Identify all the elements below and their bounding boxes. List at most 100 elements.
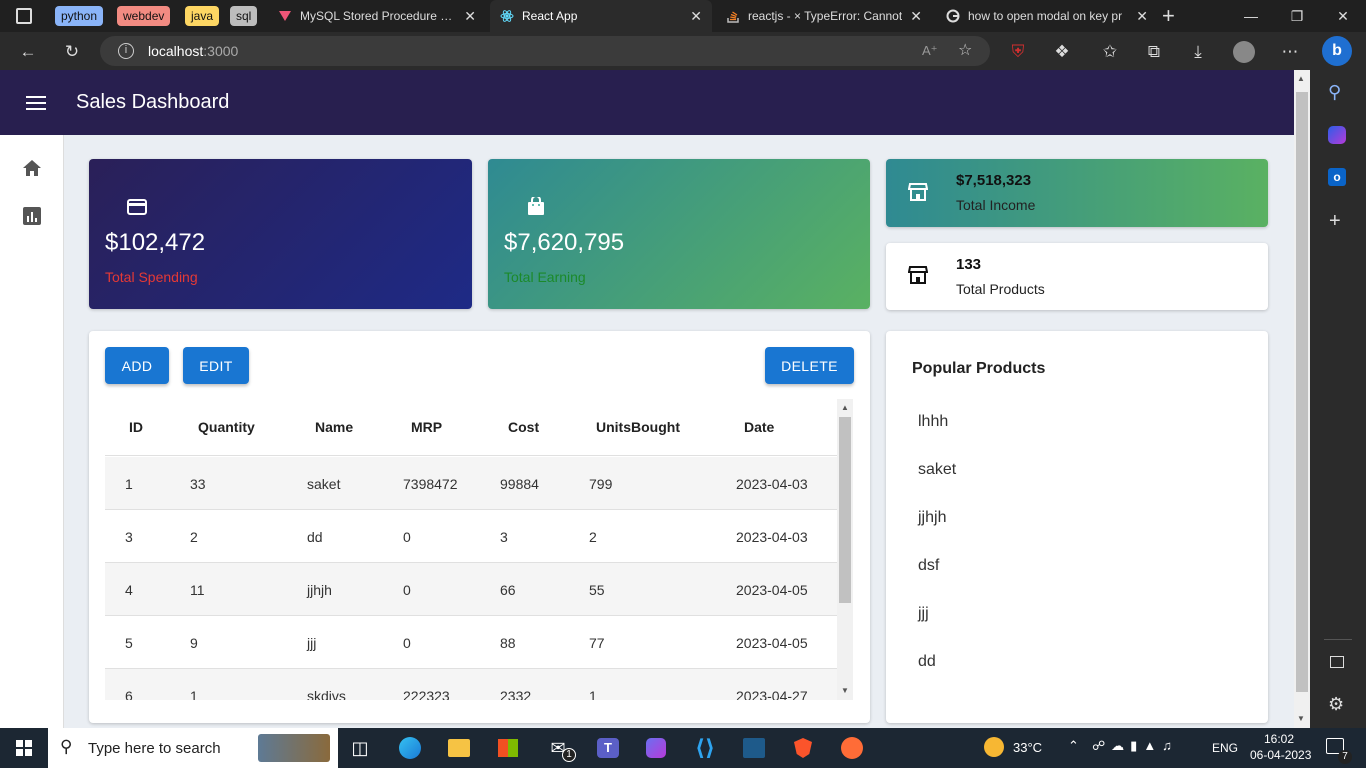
close-icon[interactable]: ✕	[910, 8, 922, 25]
more-menu-icon[interactable]: ⋯	[1276, 38, 1304, 66]
edit-button[interactable]: EDIT	[183, 347, 249, 384]
cell-quantity: 2	[190, 529, 198, 545]
minimize-button[interactable]: —	[1228, 0, 1274, 32]
column-header-quantity[interactable]: Quantity	[198, 419, 255, 435]
clock-time[interactable]: 16:02	[1264, 732, 1294, 746]
home-icon[interactable]	[22, 159, 42, 177]
tab-group-python[interactable]: python	[55, 6, 104, 26]
close-icon[interactable]: ✕	[464, 8, 476, 25]
popular-product-item[interactable]: dsf	[918, 557, 939, 575]
tab-group-sql[interactable]: sql	[230, 6, 258, 26]
spending-label: Total Spending	[105, 269, 198, 285]
close-icon[interactable]: ✕	[690, 8, 702, 25]
cell-cost: 2332	[500, 688, 532, 700]
popular-product-item[interactable]: jjj	[918, 605, 929, 623]
vscode-icon[interactable]: ⟨⟩	[687, 732, 723, 764]
refresh-icon[interactable]: ↻	[58, 38, 86, 66]
search-icon[interactable]: ⚲	[1328, 82, 1341, 103]
postman-icon[interactable]	[834, 732, 870, 764]
copilot-app-icon[interactable]	[638, 732, 674, 764]
downloads-icon[interactable]: ⤓	[1184, 38, 1212, 66]
settings-icon[interactable]: ⚙	[1328, 694, 1344, 715]
clock-date[interactable]: 06-04-2023	[1250, 748, 1311, 762]
mail-icon[interactable]: ✉ 1	[540, 732, 576, 764]
info-icon[interactable]: i	[118, 43, 134, 59]
bing-icon[interactable]: b	[1322, 36, 1352, 66]
cell-date: 2023-04-03	[736, 476, 808, 492]
url-field[interactable]: i localhost:3000 A⁺ ☆	[100, 36, 990, 66]
google-icon	[946, 9, 960, 23]
outlook-icon[interactable]: o	[1328, 168, 1346, 186]
file-explorer-icon[interactable]	[441, 732, 477, 764]
bar-chart-icon[interactable]	[23, 207, 41, 225]
column-header-unitsbought[interactable]: UnitsBought	[596, 419, 680, 435]
search-highlight-image	[258, 734, 330, 762]
column-header-name[interactable]: Name	[315, 419, 353, 435]
tab-stackoverflow[interactable]: reactjs - × TypeError: Cannot ✕	[716, 0, 932, 32]
favorites-icon[interactable]: ✩	[1096, 38, 1124, 66]
page-scrollbar[interactable]: ▲ ▼	[1294, 70, 1310, 728]
column-header-cost[interactable]: Cost	[508, 419, 539, 435]
window-close-button[interactable]: ✕	[1320, 0, 1366, 32]
mcafee-icon[interactable]: ⛨	[1004, 38, 1032, 66]
tab-group-java[interactable]: java	[185, 6, 220, 26]
popular-product-item[interactable]: lhhh	[918, 413, 948, 431]
edge-sidebar: ⚲ o + ⚙	[1310, 70, 1366, 728]
mysql-workbench-icon[interactable]	[736, 732, 772, 764]
tab-react-app[interactable]: React App ✕	[490, 0, 712, 32]
table-row[interactable]: 3 2 dd 0 3 2 2023-04-03	[105, 510, 837, 563]
cell-quantity: 33	[190, 476, 206, 492]
add-button[interactable]: ADD	[105, 347, 169, 384]
cell-unitsbought: 2	[589, 529, 597, 545]
cell-name: skdivs	[307, 688, 346, 700]
store-app-icon[interactable]	[490, 732, 526, 764]
tab-group-webdev[interactable]: webdev	[117, 6, 171, 26]
read-aloud-icon[interactable]: A⁺	[922, 36, 938, 66]
table-row[interactable]: 1 33 saket 7398472 99884 799 2023-04-03	[105, 457, 837, 510]
column-header-date[interactable]: Date	[744, 419, 774, 435]
language-indicator[interactable]: ENG	[1212, 741, 1238, 755]
copilot-icon[interactable]	[1328, 126, 1346, 144]
total-earning-card: $7,620,795 Total Earning	[488, 159, 870, 309]
table-header: ID Quantity Name MRP Cost UnitsBought Da…	[105, 399, 837, 456]
windows-start-icon[interactable]	[16, 740, 32, 756]
sidebar-layout-icon[interactable]	[1330, 656, 1344, 668]
tab-google[interactable]: how to open modal on key pr ✕	[936, 0, 1158, 32]
delete-button[interactable]: DELETE	[765, 347, 854, 384]
weather-temp[interactable]: 33°C	[1013, 740, 1042, 755]
edge-app-icon[interactable]	[392, 732, 428, 764]
table-row[interactable]: 6 1 skdivs 222323 2332 1 2023-04-27	[105, 669, 837, 700]
tab-mysql[interactable]: MySQL Stored Procedure Para ✕	[268, 0, 486, 32]
close-icon[interactable]: ✕	[1136, 8, 1148, 25]
column-header-mrp[interactable]: MRP	[411, 419, 442, 435]
products-value: 133	[956, 256, 982, 273]
task-view-icon[interactable]: ◫	[342, 732, 378, 764]
extensions-icon[interactable]: ❖	[1048, 38, 1076, 66]
weather-icon[interactable]	[984, 737, 1004, 757]
table-row[interactable]: 4 11 jjhjh 0 66 55 2023-04-05	[105, 563, 837, 616]
table-scrollbar[interactable]: ▲ ▼	[837, 399, 853, 700]
back-icon[interactable]: ←	[14, 38, 42, 66]
spending-value: $102,472	[105, 229, 206, 256]
new-tab-button[interactable]: +	[1162, 3, 1175, 29]
brave-icon[interactable]	[785, 732, 821, 764]
tray-icons[interactable]: ☍☁▮▲♫	[1092, 738, 1178, 754]
popular-product-item[interactable]: dd	[918, 653, 936, 671]
popular-product-item[interactable]: saket	[918, 461, 956, 479]
avatar[interactable]	[1233, 41, 1255, 63]
taskbar-search[interactable]: ⚲ Type here to search	[48, 728, 338, 768]
react-icon	[500, 10, 514, 22]
column-header-id[interactable]: ID	[129, 419, 143, 435]
popular-product-item[interactable]: jjhjh	[918, 509, 946, 527]
tab-actions-icon[interactable]	[16, 8, 32, 24]
table-row[interactable]: 5 9 jjj 0 88 77 2023-04-05	[105, 616, 837, 669]
add-favorite-icon[interactable]: ☆	[958, 36, 972, 66]
cell-cost: 88	[500, 635, 516, 651]
teams-icon[interactable]: T	[590, 732, 626, 764]
add-icon[interactable]: +	[1329, 210, 1341, 233]
collections-icon[interactable]: ⧉	[1140, 38, 1168, 66]
cell-date: 2023-04-03	[736, 529, 808, 545]
restore-button[interactable]: ❐	[1274, 0, 1320, 32]
menu-icon[interactable]	[26, 94, 46, 110]
tray-chevron-icon[interactable]: ⌃	[1068, 738, 1079, 754]
